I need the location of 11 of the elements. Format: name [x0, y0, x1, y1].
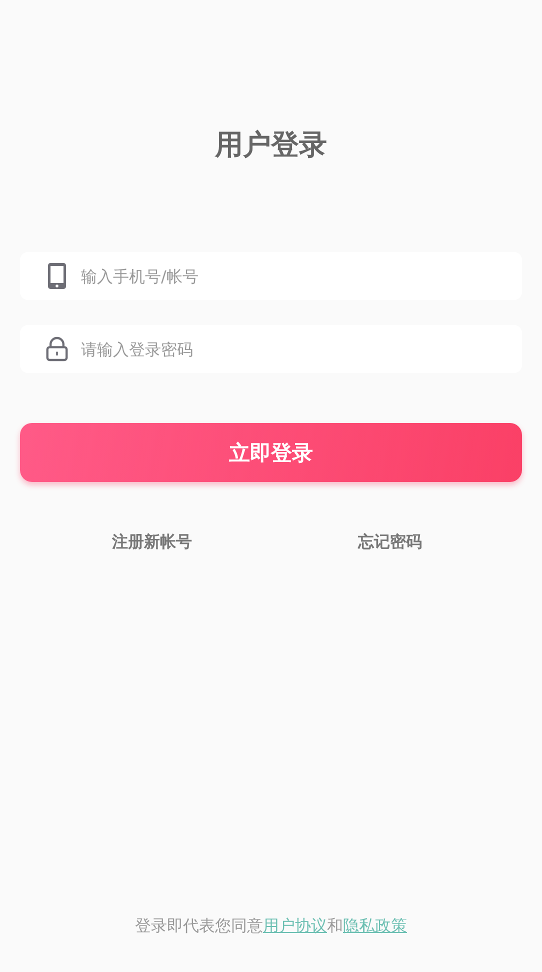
- agreement-text: 登录即代表您同意用户协议和隐私政策: [134, 916, 408, 937]
- password-field[interactable]: 请输入登录密码: [20, 325, 522, 373]
- forgot-password-link[interactable]: 忘记密码: [358, 532, 422, 553]
- user-agreement-link[interactable]: 用户协议: [263, 916, 327, 935]
- phone-icon: [47, 262, 67, 290]
- lock-icon: [46, 336, 68, 362]
- page-title: 用户登录: [214, 128, 328, 162]
- account-field[interactable]: 输入手机号/帐号: [20, 252, 522, 300]
- privacy-policy-link[interactable]: 隐私政策: [343, 916, 407, 935]
- login-button[interactable]: 立即登录: [20, 423, 522, 482]
- register-link[interactable]: 注册新帐号: [112, 532, 192, 553]
